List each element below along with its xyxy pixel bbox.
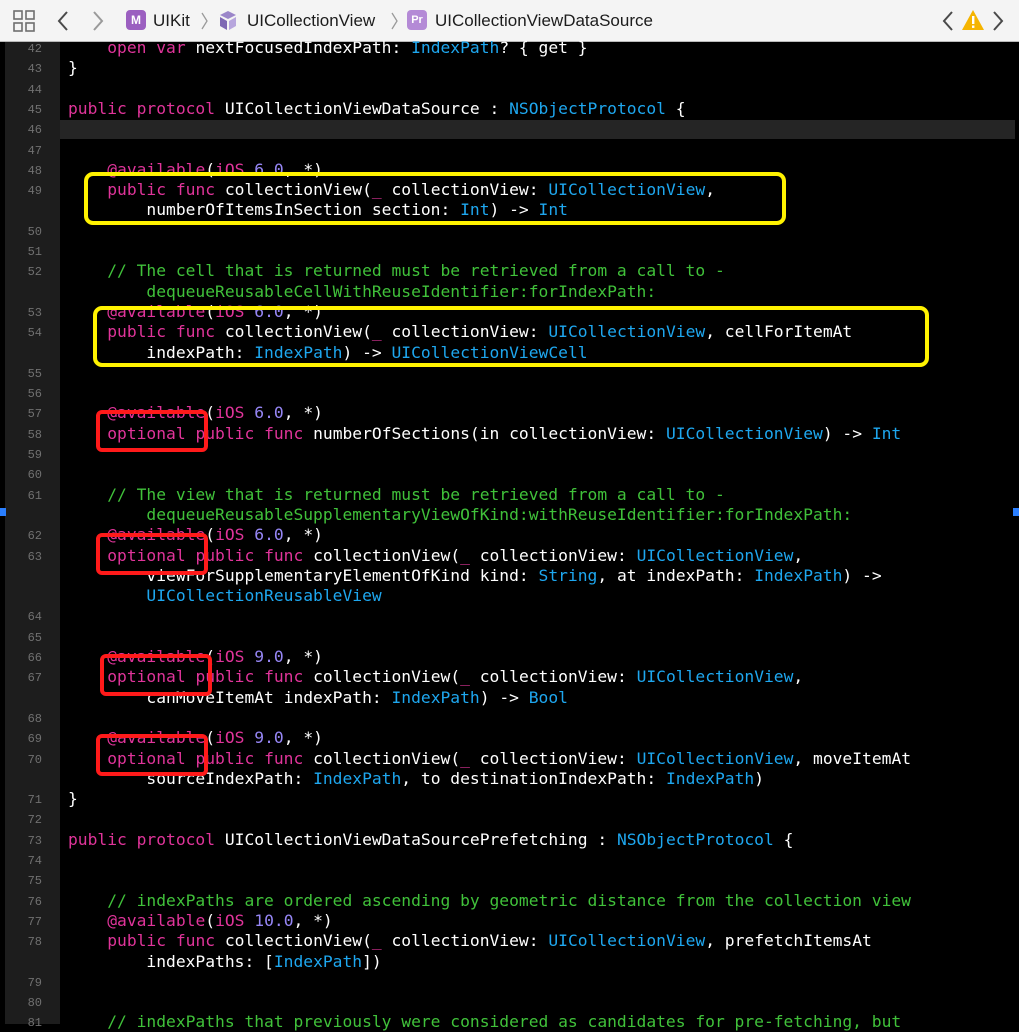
code-line: canMoveItemAt indexPath: IndexPath) -> B… [68, 687, 568, 707]
line-number: 79 [27, 975, 42, 990]
window-resize-handle[interactable] [1013, 508, 1019, 516]
next-issue-chevron-icon[interactable] [991, 10, 1005, 32]
line-number: 64 [27, 610, 42, 625]
line-number: 59 [27, 448, 42, 462]
line-number: 52 [27, 265, 42, 280]
line-number: 58 [27, 427, 42, 442]
line-number: 50 [27, 224, 42, 239]
protocol-icon: Pr [407, 10, 427, 30]
line-number: 48 [27, 163, 42, 178]
line-number: 55 [27, 366, 42, 381]
warning-icon[interactable] [961, 9, 985, 31]
line-number: 72 [27, 813, 42, 828]
code-line: // indexPaths are ordered ascending by g… [68, 890, 911, 910]
grid-icon[interactable] [13, 10, 35, 32]
code-line: UICollectionReusableView [146, 586, 382, 606]
line-number: 74 [27, 854, 42, 868]
code-line: optional public func collectionView(_ co… [107, 545, 804, 565]
class-cubes-icon [220, 11, 236, 30]
code-line: open var nextFocusedIndexPath: IndexPath… [107, 38, 588, 57]
line-number: 42 [27, 42, 42, 56]
code-line: @available(iOS 9.0, *) [107, 728, 323, 748]
code-line: optional public func collectionView(_ co… [107, 667, 804, 687]
code-line: // The view that is returned must be ret… [68, 484, 725, 504]
line-number: 66 [27, 651, 42, 665]
line-number: 62 [27, 529, 42, 544]
line-number: 73 [27, 833, 42, 848]
line-number: 45 [27, 102, 42, 117]
line-number: 70 [27, 752, 42, 767]
code-line: public func collectionView(_ collectionV… [107, 180, 715, 200]
code-line: @available(iOS 10.0, *) [107, 910, 333, 930]
breadcrumb-item-uicollectionview[interactable]: UICollectionView [247, 11, 375, 31]
line-number: 75 [27, 874, 42, 889]
code-line: } [68, 58, 78, 78]
code-line: numberOfItemsInSection section: Int) -> … [68, 200, 568, 220]
code-line: } [68, 789, 78, 809]
code-line: @available(iOS 6.0, *) [107, 301, 323, 321]
line-number: 43 [27, 62, 42, 77]
code-line: @available(iOS 6.0, *) [107, 403, 323, 423]
code-line: public func collectionView(_ collectionV… [107, 931, 872, 951]
code-line: @available(iOS 6.0, *) [107, 525, 323, 545]
code-line: public protocol UICollectionViewDataSour… [68, 829, 794, 849]
line-number: 81 [27, 1016, 42, 1031]
current-line-highlight [60, 120, 1015, 140]
line-number: 46 [27, 123, 42, 138]
line-number: 54 [27, 326, 42, 341]
breadcrumb-item-uicollectionviewdatasource[interactable]: UICollectionViewDataSource [435, 11, 653, 31]
line-number: 71 [27, 793, 42, 808]
previous-issue-chevron-icon[interactable] [941, 10, 955, 32]
code-line: public protocol UICollectionViewDataSour… [68, 98, 686, 118]
module-icon: M [126, 10, 146, 30]
code-line: optional public func numberOfSections(in… [107, 423, 902, 443]
line-number: 49 [27, 184, 42, 199]
line-number: 56 [27, 387, 42, 402]
code-line: indexPaths: [IndexPath]) [68, 951, 382, 971]
line-number: 68 [27, 711, 42, 726]
code-line: // indexPaths that previously were consi… [68, 1012, 902, 1032]
code-line: viewForSupplementaryElementOfKind kind: … [68, 565, 882, 585]
line-number: 67 [27, 671, 42, 686]
line-number: 80 [27, 996, 42, 1011]
code-line: public func collectionView(_ collectionV… [107, 322, 853, 342]
forward-chevron-icon[interactable] [91, 10, 105, 32]
line-number: 78 [27, 935, 42, 950]
back-chevron-icon[interactable] [56, 10, 70, 32]
line-number: 44 [27, 82, 42, 97]
line-number: 53 [27, 305, 42, 320]
line-number: 60 [27, 468, 42, 483]
line-number: 77 [27, 914, 42, 929]
code-line: @available(iOS 9.0, *) [107, 647, 323, 666]
code-line: @available(iOS 6.0, *) [107, 159, 323, 179]
breadcrumb-item-uikit[interactable]: UIKit [153, 11, 190, 31]
line-number: 76 [27, 894, 42, 909]
code-line: dequeueReusableSupplementaryViewOfKind:w… [68, 504, 853, 524]
breadcrumb-separator-icon [391, 12, 398, 30]
line-number: 57 [27, 407, 42, 422]
code-line: // The cell that is returned must be ret… [68, 261, 725, 281]
code-line: optional public func collectionView(_ co… [107, 748, 912, 768]
code-line: dequeueReusableCellWithReuseIdentifier:f… [68, 281, 657, 301]
line-number: 47 [27, 143, 42, 158]
navigation-bar: M UIKit UICollectionView Pr UICollection… [0, 0, 1019, 42]
window-resize-handle[interactable] [0, 508, 6, 516]
code-line: indexPath: IndexPath) -> UICollectionVie… [68, 342, 588, 362]
line-number: 69 [27, 732, 42, 747]
code-line: sourceIndexPath: IndexPath, to destinati… [68, 768, 765, 788]
line-number: 61 [27, 488, 42, 503]
source-editor[interactable]: open var nextFocusedIndexPath: IndexPath… [0, 38, 1019, 1031]
line-number: 65 [27, 630, 42, 645]
line-number: 51 [27, 245, 42, 259]
line-number: 63 [27, 549, 42, 564]
breadcrumb-separator-icon [201, 12, 208, 30]
